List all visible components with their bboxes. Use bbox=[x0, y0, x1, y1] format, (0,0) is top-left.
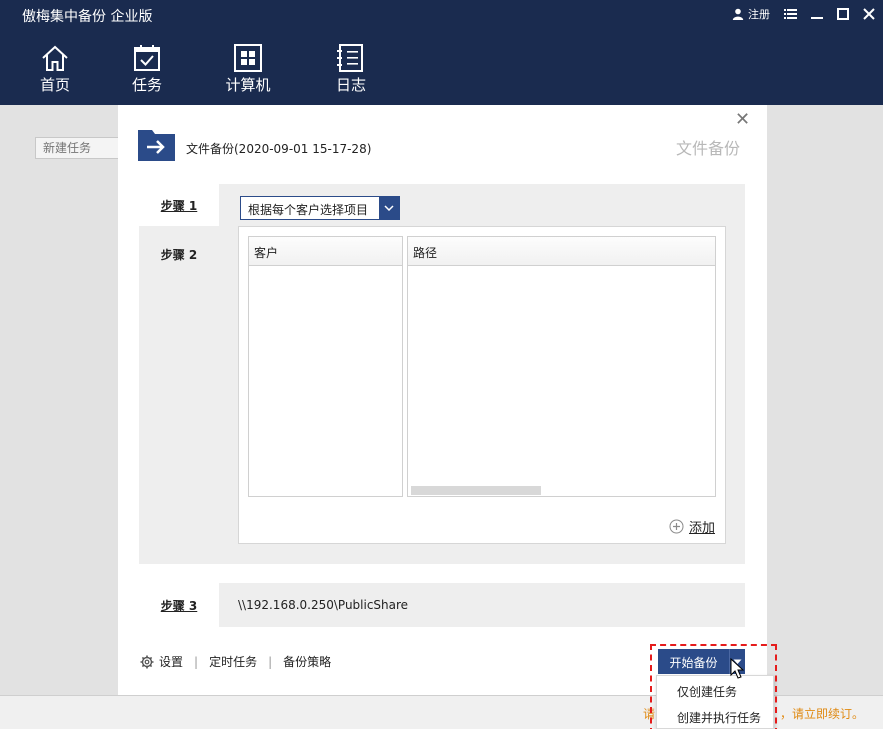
new-task-button[interactable] bbox=[35, 137, 119, 159]
gear-icon bbox=[140, 655, 154, 668]
settings-label: 设置 bbox=[159, 655, 184, 669]
mouse-cursor-icon bbox=[730, 658, 744, 679]
file-backup-dialog: ✕ 文件备份 文件备份(2020-09-01 15-17-28) 步骤 1 步骤… bbox=[118, 105, 767, 695]
nav-computers-label: 计算机 bbox=[225, 76, 271, 94]
folder-arrow-icon bbox=[138, 130, 175, 161]
user-icon bbox=[732, 8, 744, 20]
register-link[interactable]: 注册 bbox=[732, 6, 770, 22]
chevron-down-icon[interactable] bbox=[379, 197, 399, 219]
dialog-type-title: 文件备份 bbox=[676, 139, 741, 158]
nav-computers[interactable]: 计算机 bbox=[213, 44, 283, 95]
horizontal-scrollbar[interactable] bbox=[411, 486, 541, 495]
destination-path[interactable]: \\192.168.0.250\PublicShare bbox=[238, 598, 408, 612]
calendar-check-icon bbox=[134, 45, 160, 71]
add-circle-icon bbox=[669, 519, 684, 534]
home-icon bbox=[42, 45, 68, 71]
nav-home[interactable]: 首页 bbox=[20, 44, 90, 95]
divider: | bbox=[194, 654, 199, 669]
register-label: 注册 bbox=[748, 8, 770, 21]
menu-item-create-and-run[interactable]: 创建并执行任务 bbox=[657, 702, 773, 728]
settings-link[interactable]: 设置 bbox=[140, 653, 183, 670]
renew-link[interactable]: ，请立即续订。 bbox=[780, 705, 864, 722]
status-link-left[interactable]: 请 bbox=[643, 705, 655, 722]
log-list-icon bbox=[337, 44, 363, 72]
dialog-footer-links: 设置 | 定时任务 | 备份策略 bbox=[140, 653, 331, 670]
path-column: 路径 bbox=[407, 236, 716, 497]
maximize-icon[interactable] bbox=[837, 8, 849, 20]
client-select-dropdown[interactable]: 根据每个客户选择项目 bbox=[240, 196, 400, 220]
step-panel: 步骤 1 步骤 2 根据每个客户选择项目 客户 路径 添加 bbox=[139, 184, 745, 564]
step3-row: 步骤 3 \\192.168.0.250\PublicShare bbox=[139, 583, 745, 627]
schedule-link[interactable]: 定时任务 bbox=[209, 653, 257, 670]
client-column: 客户 bbox=[248, 236, 403, 497]
windows-icon bbox=[234, 44, 262, 72]
menu-item-create-only[interactable]: 仅创建任务 bbox=[657, 676, 773, 702]
minimize-icon[interactable] bbox=[811, 8, 823, 20]
dialog-close-icon[interactable]: ✕ bbox=[735, 109, 750, 130]
column-header-path[interactable]: 路径 bbox=[408, 237, 715, 266]
client-select-value: 根据每个客户选择项目 bbox=[248, 203, 369, 217]
nav-logs-label: 日志 bbox=[335, 76, 366, 94]
nav-tasks[interactable]: 任务 bbox=[112, 44, 182, 95]
column-header-client[interactable]: 客户 bbox=[249, 237, 402, 266]
start-backup-label: 开始备份 bbox=[669, 656, 718, 670]
client-path-table: 客户 路径 添加 bbox=[238, 226, 726, 544]
divider: | bbox=[268, 654, 273, 669]
window-controls: 注册 bbox=[732, 6, 875, 22]
add-label: 添加 bbox=[688, 521, 715, 536]
tab-step-1[interactable]: 步骤 1 bbox=[139, 184, 219, 226]
start-backup-dropdown-menu: 仅创建任务 创建并执行任务 bbox=[656, 675, 774, 729]
nav-logs[interactable]: 日志 bbox=[316, 44, 386, 95]
task-name: 文件备份(2020-09-01 15-17-28) bbox=[186, 142, 372, 156]
nav-home-label: 首页 bbox=[39, 76, 70, 94]
close-icon[interactable] bbox=[863, 8, 875, 20]
step-content: 根据每个客户选择项目 客户 路径 添加 bbox=[219, 184, 745, 564]
add-button[interactable]: 添加 bbox=[669, 517, 715, 536]
app-title: 傲梅集中备份 企业版 bbox=[22, 9, 153, 25]
tab-step-3[interactable]: 步骤 3 bbox=[139, 583, 219, 627]
nav-tasks-label: 任务 bbox=[131, 76, 162, 94]
tab-step-2[interactable]: 步骤 2 bbox=[139, 233, 219, 275]
title-bar: 傲梅集中备份 企业版 注册 首页 任务 计算机 日志 bbox=[0, 0, 883, 105]
backup-policy-link[interactable]: 备份策略 bbox=[283, 653, 331, 670]
menu-icon[interactable] bbox=[784, 8, 797, 20]
